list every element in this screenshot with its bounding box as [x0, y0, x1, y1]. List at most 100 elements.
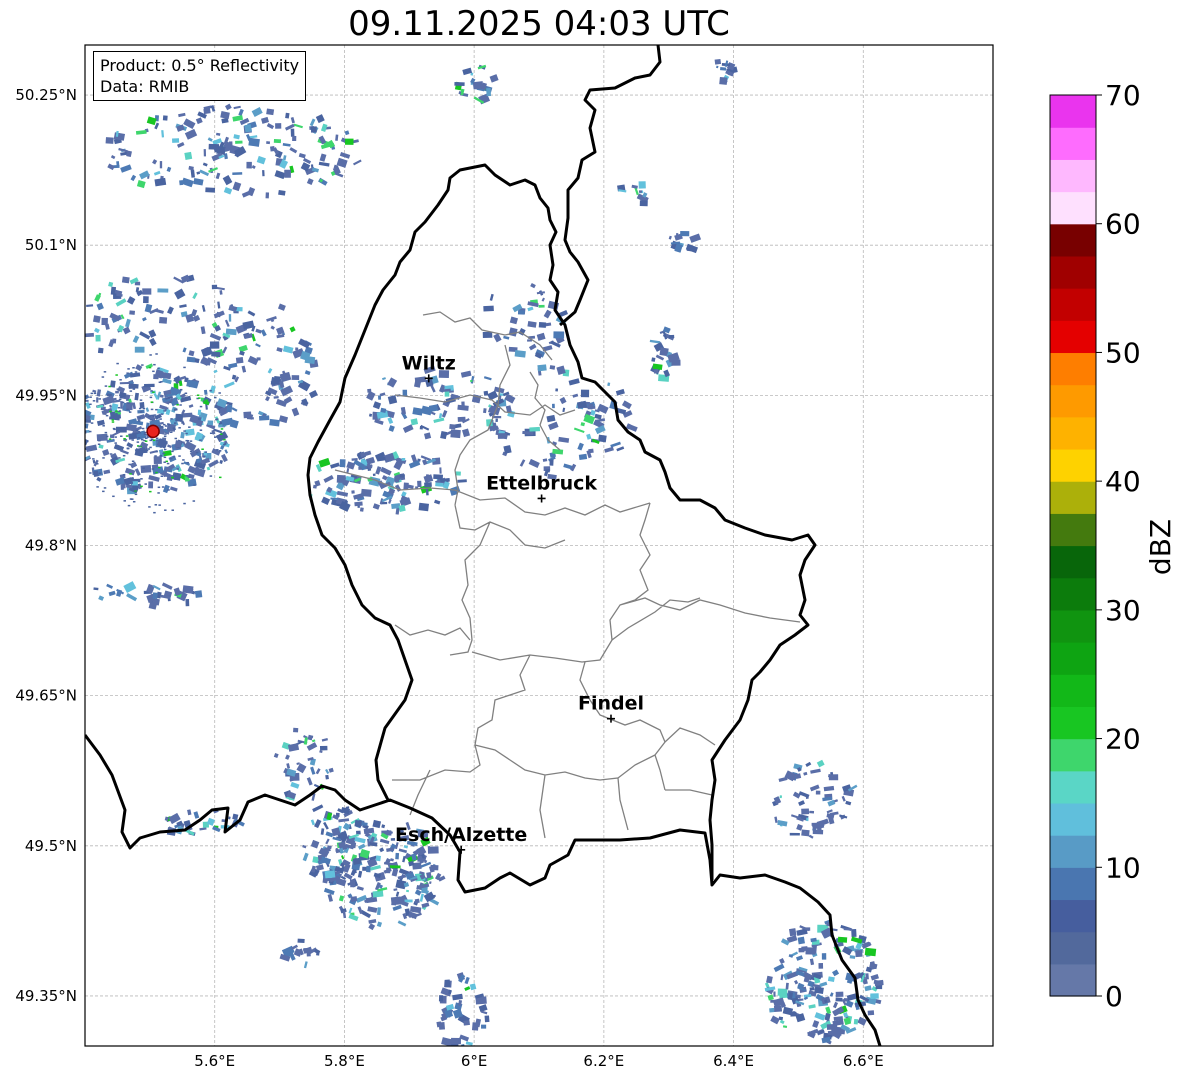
lat-tick-label: 49.5°N — [25, 837, 77, 855]
radar-echo-pixel — [160, 475, 164, 478]
radar-echo-pixel — [150, 401, 154, 403]
radar-echo-pixel — [427, 846, 439, 854]
radar-echo-pixel — [173, 428, 176, 430]
radar-echo-pixel — [174, 478, 177, 480]
colorbar-segment — [1050, 255, 1096, 289]
radar-echo-pixel — [181, 422, 184, 424]
radar-echo-pixel — [449, 423, 456, 430]
radar-echo-pixel — [552, 403, 555, 409]
radar-echo-pixel — [638, 181, 646, 189]
radar-echo-pixel — [770, 999, 778, 1003]
colorbar-segment — [1050, 835, 1096, 868]
radar-echo-pixel — [310, 126, 317, 133]
radar-echo-pixel — [262, 170, 265, 177]
radar-echo-pixel — [216, 435, 220, 437]
radar-echo-pixel — [97, 347, 104, 354]
radar-echo-pixel — [471, 1022, 479, 1031]
radar-echo-pixel — [290, 128, 295, 137]
radar-echo-pixel — [158, 466, 161, 469]
radar-echo-pixel — [455, 471, 461, 476]
radar-echo-pixel — [111, 421, 115, 423]
radar-echo-pixel — [598, 434, 607, 443]
radar-echo-pixel — [117, 406, 121, 409]
radar-echo-pixel — [114, 442, 117, 444]
radar-echo-pixel — [226, 404, 233, 413]
radar-echo-pixel — [179, 180, 184, 186]
radar-echo-pixel — [217, 408, 220, 411]
radar-echo-pixel — [203, 108, 211, 115]
colorbar-segment — [1050, 706, 1096, 740]
radar-echo-pixel — [325, 774, 329, 780]
radar-echo-pixel — [197, 409, 202, 416]
radar-echo-pixel — [293, 727, 299, 733]
colorbar-tick-label: 0 — [1105, 980, 1123, 1013]
radar-echo-pixel — [90, 422, 94, 424]
radar-echo-pixel — [129, 390, 133, 392]
radar-echo-pixel — [137, 448, 140, 450]
radar-echo-pixel — [98, 439, 101, 442]
city-label: Esch/Alzette — [395, 824, 527, 846]
colorbar-segment — [1050, 223, 1096, 257]
radar-echo-pixel — [178, 455, 181, 457]
radar-echo-pixel — [186, 461, 189, 464]
radar-echo-pixel — [69, 436, 72, 442]
radar-echo-pixel — [179, 420, 183, 422]
radar-echo-pixel — [137, 480, 141, 483]
radar-echo-pixel — [148, 481, 154, 489]
radar-echo-pixel — [390, 896, 402, 906]
radar-echo-pixel — [155, 437, 159, 440]
product-label: Product: 0.5° Reflectivity — [100, 56, 300, 75]
radar-echo-pixel — [93, 392, 97, 395]
radar-echo-pixel — [142, 467, 145, 469]
radar-echo-pixel — [375, 855, 381, 862]
radar-echo-pixel — [424, 482, 432, 488]
radar-echo-pixel — [103, 487, 107, 489]
radar-echo-pixel — [450, 429, 461, 439]
radar-echo-pixel — [389, 865, 401, 869]
radar-echo-pixel — [121, 276, 130, 284]
radar-echo-pixel — [439, 467, 442, 474]
radar-echo-pixel — [199, 405, 203, 408]
radar-echo-pixel — [104, 431, 108, 434]
radar-echo-pixel — [110, 380, 116, 388]
radar-echo-pixel — [273, 139, 282, 144]
radar-echo-pixel — [155, 353, 158, 355]
radar-echo-pixel — [138, 417, 142, 419]
radar-echo-pixel — [258, 415, 270, 421]
radar-echo-pixel — [85, 395, 89, 398]
radar-echo-pixel — [483, 390, 489, 396]
radar-echo-pixel — [144, 440, 148, 442]
radar-echo-pixel — [148, 366, 152, 369]
radar-echo-pixel — [798, 947, 805, 953]
radar-echo-pixel — [265, 192, 270, 199]
radar-echo-pixel — [144, 437, 148, 440]
radar-echo-pixel — [141, 364, 144, 366]
radar-echo-pixel — [132, 367, 135, 369]
radar-echo-pixel — [788, 928, 797, 937]
colorbar-tick-label: 50 — [1105, 336, 1141, 369]
radar-echo-pixel — [174, 437, 178, 440]
lon-tick-label: 5.8°E — [324, 1052, 365, 1070]
radar-echo-pixel — [163, 423, 166, 426]
radar-echo-pixel — [85, 408, 86, 416]
lon-tick-label: 6.6°E — [843, 1052, 884, 1070]
colorbar-tick-label: 20 — [1105, 723, 1141, 756]
radar-echo-pixel — [187, 476, 191, 478]
radar-echo-pixel — [244, 124, 252, 133]
radar-echo-pixel — [482, 331, 493, 339]
radar-echo-pixel — [170, 457, 173, 460]
radar-echo-pixel — [789, 832, 800, 836]
radar-echo-pixel — [141, 427, 145, 430]
radar-echo-pixel — [246, 161, 252, 169]
radar-echo-pixel — [149, 490, 152, 493]
radar-echo-pixel — [127, 402, 130, 404]
radar-echo-pixel — [152, 391, 155, 393]
radar-echo-pixel — [209, 475, 213, 477]
radar-echo-pixel — [185, 598, 190, 607]
radar-echo-pixel — [118, 457, 121, 459]
radar-echo-pixel — [157, 492, 160, 494]
radar-echo-pixel — [115, 374, 118, 376]
colorbar-segment — [1050, 352, 1096, 386]
colorbar-segment — [1050, 320, 1096, 354]
radar-echo-pixel — [395, 852, 400, 860]
